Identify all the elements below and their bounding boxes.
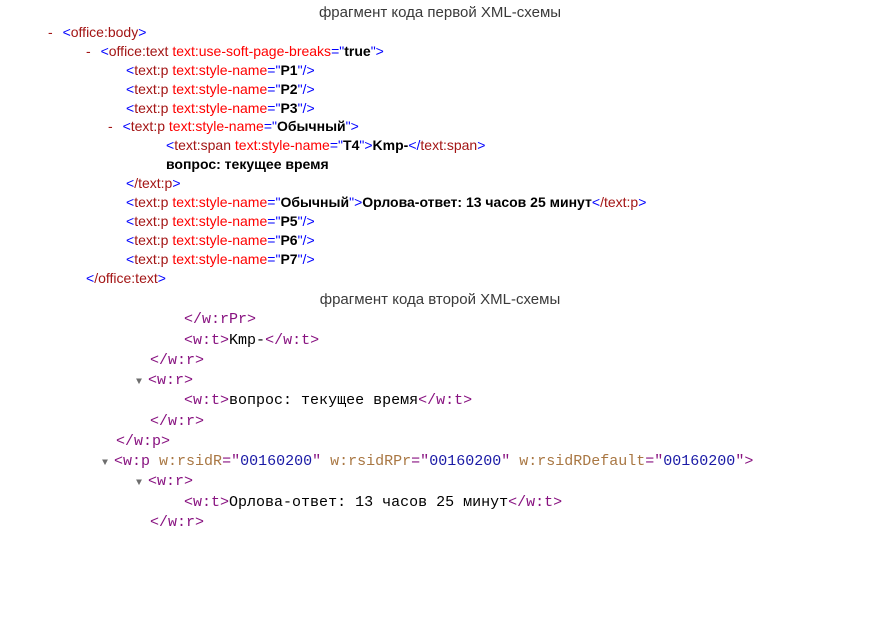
b-line-wr-open-1: ▼<w:r> (30, 371, 880, 391)
line-vopros: вопрос: текущее время (30, 155, 880, 174)
line-office-body-open: - <office:body> (30, 23, 880, 42)
b-line-wr-open-2: ▼<w:r> (30, 472, 880, 492)
xml-fragment-2: </w:rPr> <w:t>Kmp-</w:t> </w:r> ▼<w:r> <… (0, 310, 880, 533)
collapse-triangle-icon[interactable]: ▼ (136, 376, 146, 390)
line-textspan-kmp: <text:span text:style-name="T4">Kmp-</te… (30, 136, 880, 155)
collapse-triangle-icon[interactable]: ▼ (136, 477, 146, 491)
b-line-wt-kmp: <w:t>Kmp-</w:t> (30, 331, 880, 351)
collapse-dash: - (86, 43, 97, 59)
b-line-wr-close-1: </w:r> (30, 351, 880, 371)
line-textp-p5: <text:p text:style-name="P5"/> (30, 212, 880, 231)
b-line-wt-vopros: <w:t>вопрос: текущее время</w:t> (30, 391, 880, 411)
xml-fragment-1: - <office:body> - <office:text text:use-… (0, 23, 880, 287)
line-office-text-open: - <office:text text:use-soft-page-breaks… (30, 42, 880, 61)
line-textp-p3: <text:p text:style-name="P3"/> (30, 99, 880, 118)
collapse-dash: - (48, 24, 59, 40)
line-textp-p2: <text:p text:style-name="P2"/> (30, 80, 880, 99)
line-textp-orlova: <text:p text:style-name="Обычный">Орлова… (30, 193, 880, 212)
line-textp-obychny-open: - <text:p text:style-name="Обычный"> (30, 117, 880, 136)
b-line-wp-close: </w:p> (30, 432, 880, 452)
line-textp-close: </text:p> (30, 174, 880, 193)
caption-xml1: фрагмент кода первой XML-схемы (0, 0, 880, 23)
collapse-triangle-icon[interactable]: ▼ (102, 457, 112, 471)
b-line-wt-orlova: <w:t>Орлова-ответ: 13 часов 25 минут</w:… (30, 493, 880, 513)
b-line-wp-open: ▼<w:p w:rsidR="00160200" w:rsidRPr="0016… (30, 452, 880, 472)
line-textp-p1: <text:p text:style-name="P1"/> (30, 61, 880, 80)
line-textp-p7: <text:p text:style-name="P7"/> (30, 250, 880, 269)
b-line-wr-close-2: </w:r> (30, 412, 880, 432)
line-textp-p6: <text:p text:style-name="P6"/> (30, 231, 880, 250)
line-office-text-close: </office:text> (30, 269, 880, 288)
collapse-dash: - (108, 118, 119, 134)
b-line-wr-close-3: </w:r> (30, 513, 880, 533)
b-line-rpr-close: </w:rPr> (30, 310, 880, 330)
caption-xml2: фрагмент кода второй XML-схемы (0, 287, 880, 310)
